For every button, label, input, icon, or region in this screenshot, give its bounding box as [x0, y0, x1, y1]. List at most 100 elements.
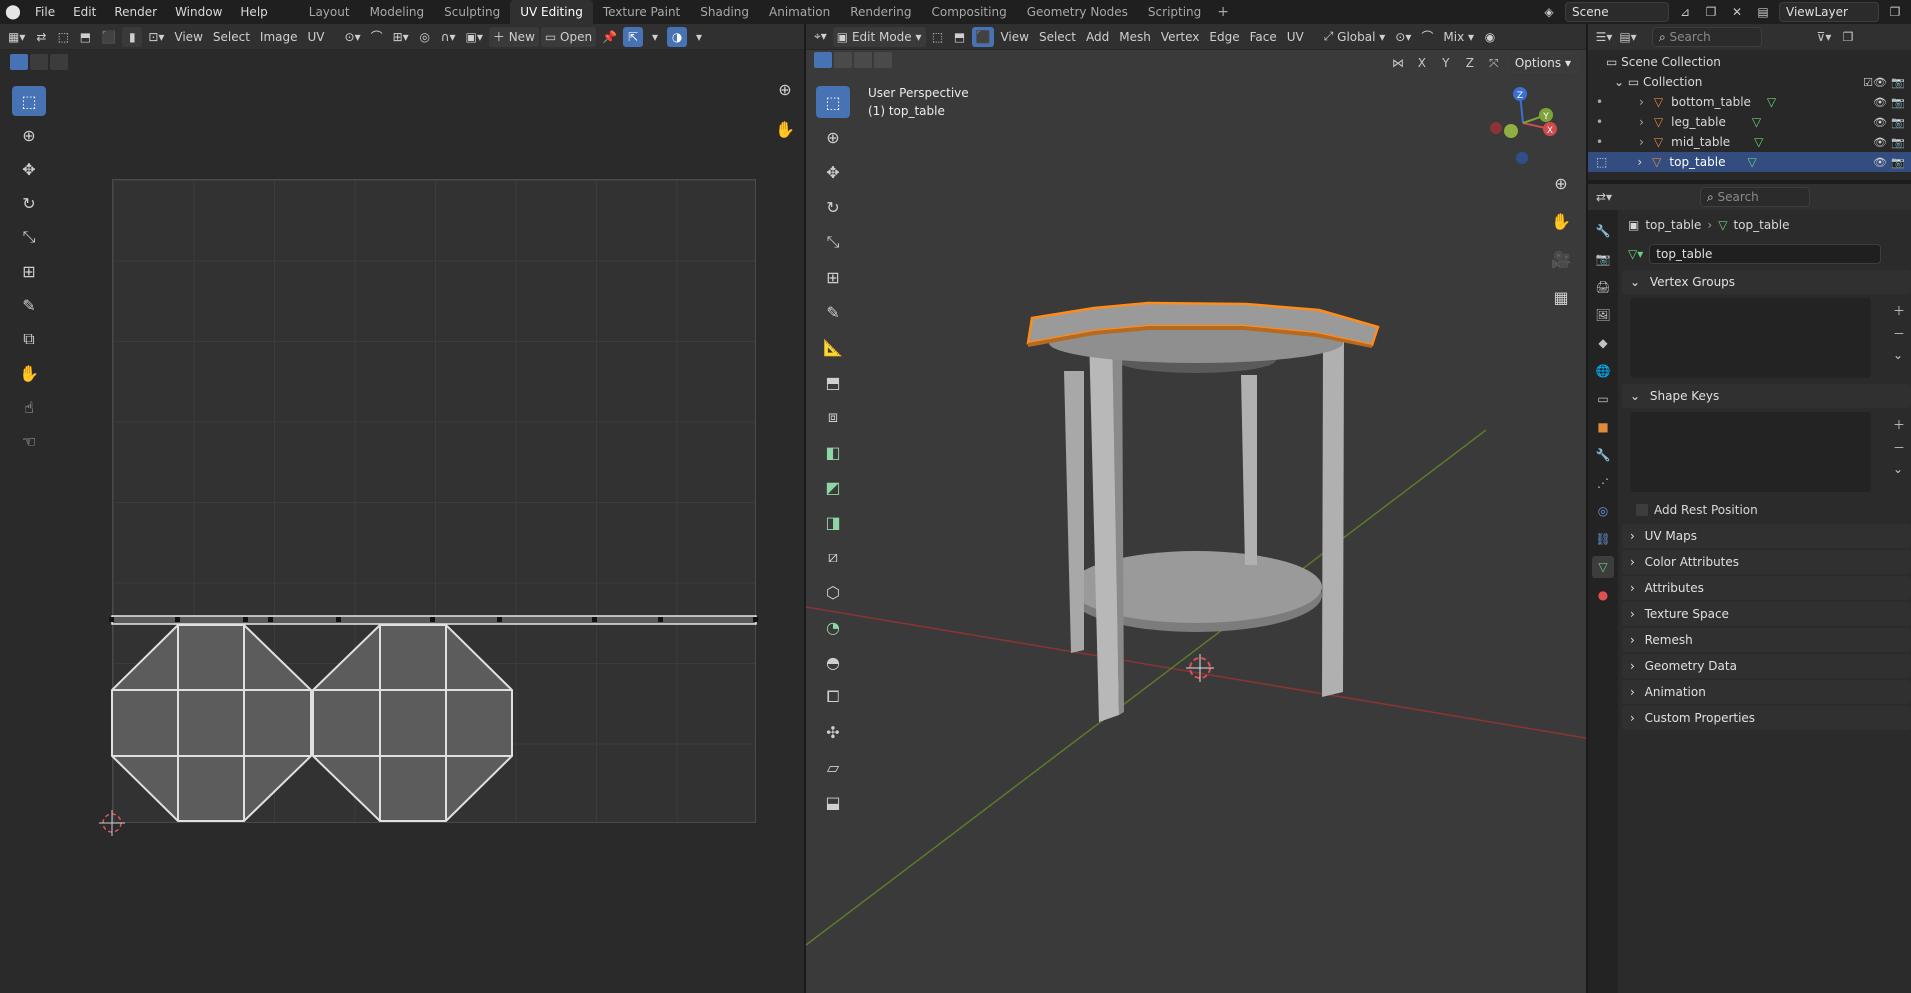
remove-vertex-group-icon[interactable]: －	[1893, 325, 1905, 342]
row-chevron-icon[interactable]: ›	[1639, 95, 1644, 109]
edit-mode-icon[interactable]: ⬚	[1596, 155, 1607, 169]
menu-file[interactable]: File	[26, 0, 64, 24]
row-render-icon[interactable]: 📷	[1891, 156, 1905, 169]
shape-keys-list[interactable]	[1630, 412, 1871, 492]
pin-image-icon[interactable]: 📌	[598, 27, 621, 47]
collection-checkbox[interactable]: ☑	[1863, 76, 1873, 89]
row-chevron-icon[interactable]: ›	[1639, 135, 1644, 149]
tab-sculpting[interactable]: Sculpting	[434, 0, 510, 24]
scene-selector[interactable]: Scene	[1565, 2, 1669, 22]
new-view-layer-icon[interactable]: ❐	[1885, 2, 1905, 22]
tab-layout[interactable]: Layout	[299, 0, 360, 24]
sync-selection-icon[interactable]: ⇄	[31, 27, 51, 47]
tab-animation[interactable]: Animation	[759, 0, 840, 24]
editor-type-icon[interactable]: ▦▾	[4, 27, 29, 47]
row-render-icon[interactable]: 📷	[1891, 136, 1905, 149]
uv-menu-uv[interactable]: UV	[304, 27, 329, 47]
shading-selector[interactable]: Mix ▾	[1439, 27, 1478, 47]
menu-edit[interactable]: Edit	[64, 0, 105, 24]
vp-pan-icon[interactable]: ✋	[1544, 206, 1578, 236]
collection-eye-icon[interactable]: 👁	[1873, 76, 1887, 89]
vertex-mode-icon[interactable]: ⬚	[928, 27, 948, 47]
filter-icon[interactable]: ⊽▾	[1814, 27, 1834, 47]
overlay-toggle-icon[interactable]: ◑	[667, 26, 688, 47]
face-mode-icon[interactable]: ⬛	[971, 26, 995, 47]
falloff-icon[interactable]: ∩▾	[437, 27, 460, 47]
panel-vertex-groups[interactable]: ⌄ Vertex Groups	[1622, 270, 1911, 294]
vp-menu-uv[interactable]: UV	[1283, 27, 1308, 47]
particles-tab-icon[interactable]: ⋰	[1592, 472, 1614, 494]
viewport-editor-type-icon[interactable]: ⌖▾	[810, 27, 831, 47]
panel-uv-maps[interactable]: › UV Maps	[1622, 524, 1911, 548]
open-image-button[interactable]: ▭ Open	[540, 26, 597, 47]
row-render-icon[interactable]: 📷	[1891, 96, 1905, 109]
vp-ortho-grid-icon[interactable]: ▦	[1544, 282, 1578, 312]
panel-animation[interactable]: › Animation	[1622, 680, 1911, 704]
3d-viewport[interactable]: ⋈ X Y Z ⤧ Options ▾ User Perspective (1)…	[806, 50, 1586, 993]
sticky-select-icon[interactable]: ⊡▾	[144, 27, 168, 47]
tab-scripting[interactable]: Scripting	[1138, 0, 1211, 24]
proportional-edit-icon[interactable]: ◎	[415, 27, 435, 47]
tab-geometry-nodes[interactable]: Geometry Nodes	[1017, 0, 1138, 24]
mode-selector[interactable]: ▣ Edit Mode ▾	[832, 26, 926, 47]
display-mode-icon[interactable]: ▤▾	[1618, 27, 1638, 47]
uv-editor[interactable]: ⬚ ⊕ ✥ ↻ ⤡ ⊞ ✎ ⧉ ✋ ☝ ☜ ⊕ ✋	[0, 50, 804, 993]
panel-attributes[interactable]: › Attributes	[1622, 576, 1911, 600]
vp-zoom-icon[interactable]: ⊕	[1544, 168, 1578, 198]
row-render-icon[interactable]: 📷	[1891, 116, 1905, 129]
constraints-tab-icon[interactable]: ⛓	[1592, 528, 1614, 550]
collection-render-icon[interactable]: 📷	[1891, 76, 1905, 89]
physics-tab-icon[interactable]: ◎	[1592, 500, 1614, 522]
viewport-scene[interactable]: Z X Y	[806, 50, 1586, 993]
pin-icon[interactable]: ⊿	[1675, 2, 1695, 22]
row-chevron-icon[interactable]: ›	[1637, 155, 1642, 169]
menu-help[interactable]: Help	[231, 0, 276, 24]
snap-toggle-icon[interactable]: ⌒	[1417, 27, 1437, 47]
outliner-search-field[interactable]: ⌕ Search	[1652, 27, 1762, 47]
modifier-tab-icon[interactable]: 🔧	[1592, 444, 1614, 466]
panel-custom-properties[interactable]: › Custom Properties	[1622, 706, 1911, 730]
panel-texture-space[interactable]: › Texture Space	[1622, 602, 1911, 626]
tool-tab-icon[interactable]: 🔧	[1592, 220, 1614, 242]
face-select-icon[interactable]: ⬛	[97, 27, 120, 47]
overlay-menu-icon[interactable]: ▾	[689, 27, 709, 47]
shape-key-menu-icon[interactable]: ⌄	[1893, 462, 1905, 476]
new-collection-icon[interactable]: ❐	[1838, 27, 1858, 47]
image-browse-icon[interactable]: ▣▾	[462, 27, 487, 47]
add-workspace-button[interactable]: +	[1211, 0, 1235, 24]
vertex-select-icon[interactable]: ⬚	[53, 27, 73, 47]
remove-shape-key-icon[interactable]: －	[1893, 439, 1905, 456]
material-tab-icon[interactable]: ●	[1592, 584, 1614, 606]
properties-editor-type-icon[interactable]: ⇄▾	[1594, 187, 1614, 207]
outliner-collection[interactable]: ⌄ ▭ Collection ☑ 👁 📷	[1588, 72, 1911, 92]
new-scene-icon[interactable]: ❐	[1701, 2, 1721, 22]
row-eye-icon[interactable]: 👁	[1873, 96, 1887, 109]
new-image-button[interactable]: ＋ New	[488, 26, 539, 47]
outliner-row-leg-table[interactable]: • › ▽ leg_table ▽ 👁 📷	[1588, 112, 1911, 132]
vp-menu-mesh[interactable]: Mesh	[1115, 27, 1155, 47]
snap-icon[interactable]: ⌒	[367, 27, 387, 47]
vp-menu-edge[interactable]: Edge	[1205, 27, 1243, 47]
3d-cursor[interactable]	[1186, 654, 1214, 682]
render-tab-icon[interactable]: 📷	[1592, 248, 1614, 270]
row-eye-icon[interactable]: 👁	[1873, 156, 1887, 169]
outliner[interactable]: ☰▾ ▤▾ ⌕ Search ⊽▾ ❐ ▭ Scene Collection ⌄…	[1588, 24, 1911, 182]
vp-camera-icon[interactable]: 🎥	[1544, 244, 1578, 274]
menu-window[interactable]: Window	[166, 0, 231, 24]
panel-shape-keys[interactable]: ⌄ Shape Keys	[1622, 384, 1911, 408]
row-eye-icon[interactable]: 👁	[1873, 116, 1887, 129]
uv-menu-view[interactable]: View	[170, 27, 206, 47]
panel-geometry-data[interactable]: › Geometry Data	[1622, 654, 1911, 678]
outliner-row-bottom-table[interactable]: • › ▽ bottom_table ▽ 👁 📷	[1588, 92, 1911, 112]
pivot-icon[interactable]: ⊙▾	[341, 27, 365, 47]
snap-target-icon[interactable]: ⊞▾	[389, 27, 413, 47]
edge-mode-icon[interactable]: ⬒	[950, 27, 970, 47]
view-layer-selector[interactable]: ViewLayer	[1779, 2, 1879, 22]
edge-select-icon[interactable]: ⬒	[75, 27, 95, 47]
outliner-editor-type-icon[interactable]: ☰▾	[1594, 27, 1614, 47]
add-rest-position-checkbox[interactable]	[1636, 504, 1648, 516]
vertex-group-menu-icon[interactable]: ⌄	[1893, 348, 1905, 362]
pivot-point-icon[interactable]: ⊙▾	[1391, 27, 1415, 47]
orientation-selector[interactable]: ⤢ Global ▾	[1320, 27, 1390, 47]
outliner-row-mid-table[interactable]: • › ▽ mid_table ▽ 👁 📷	[1588, 132, 1911, 152]
